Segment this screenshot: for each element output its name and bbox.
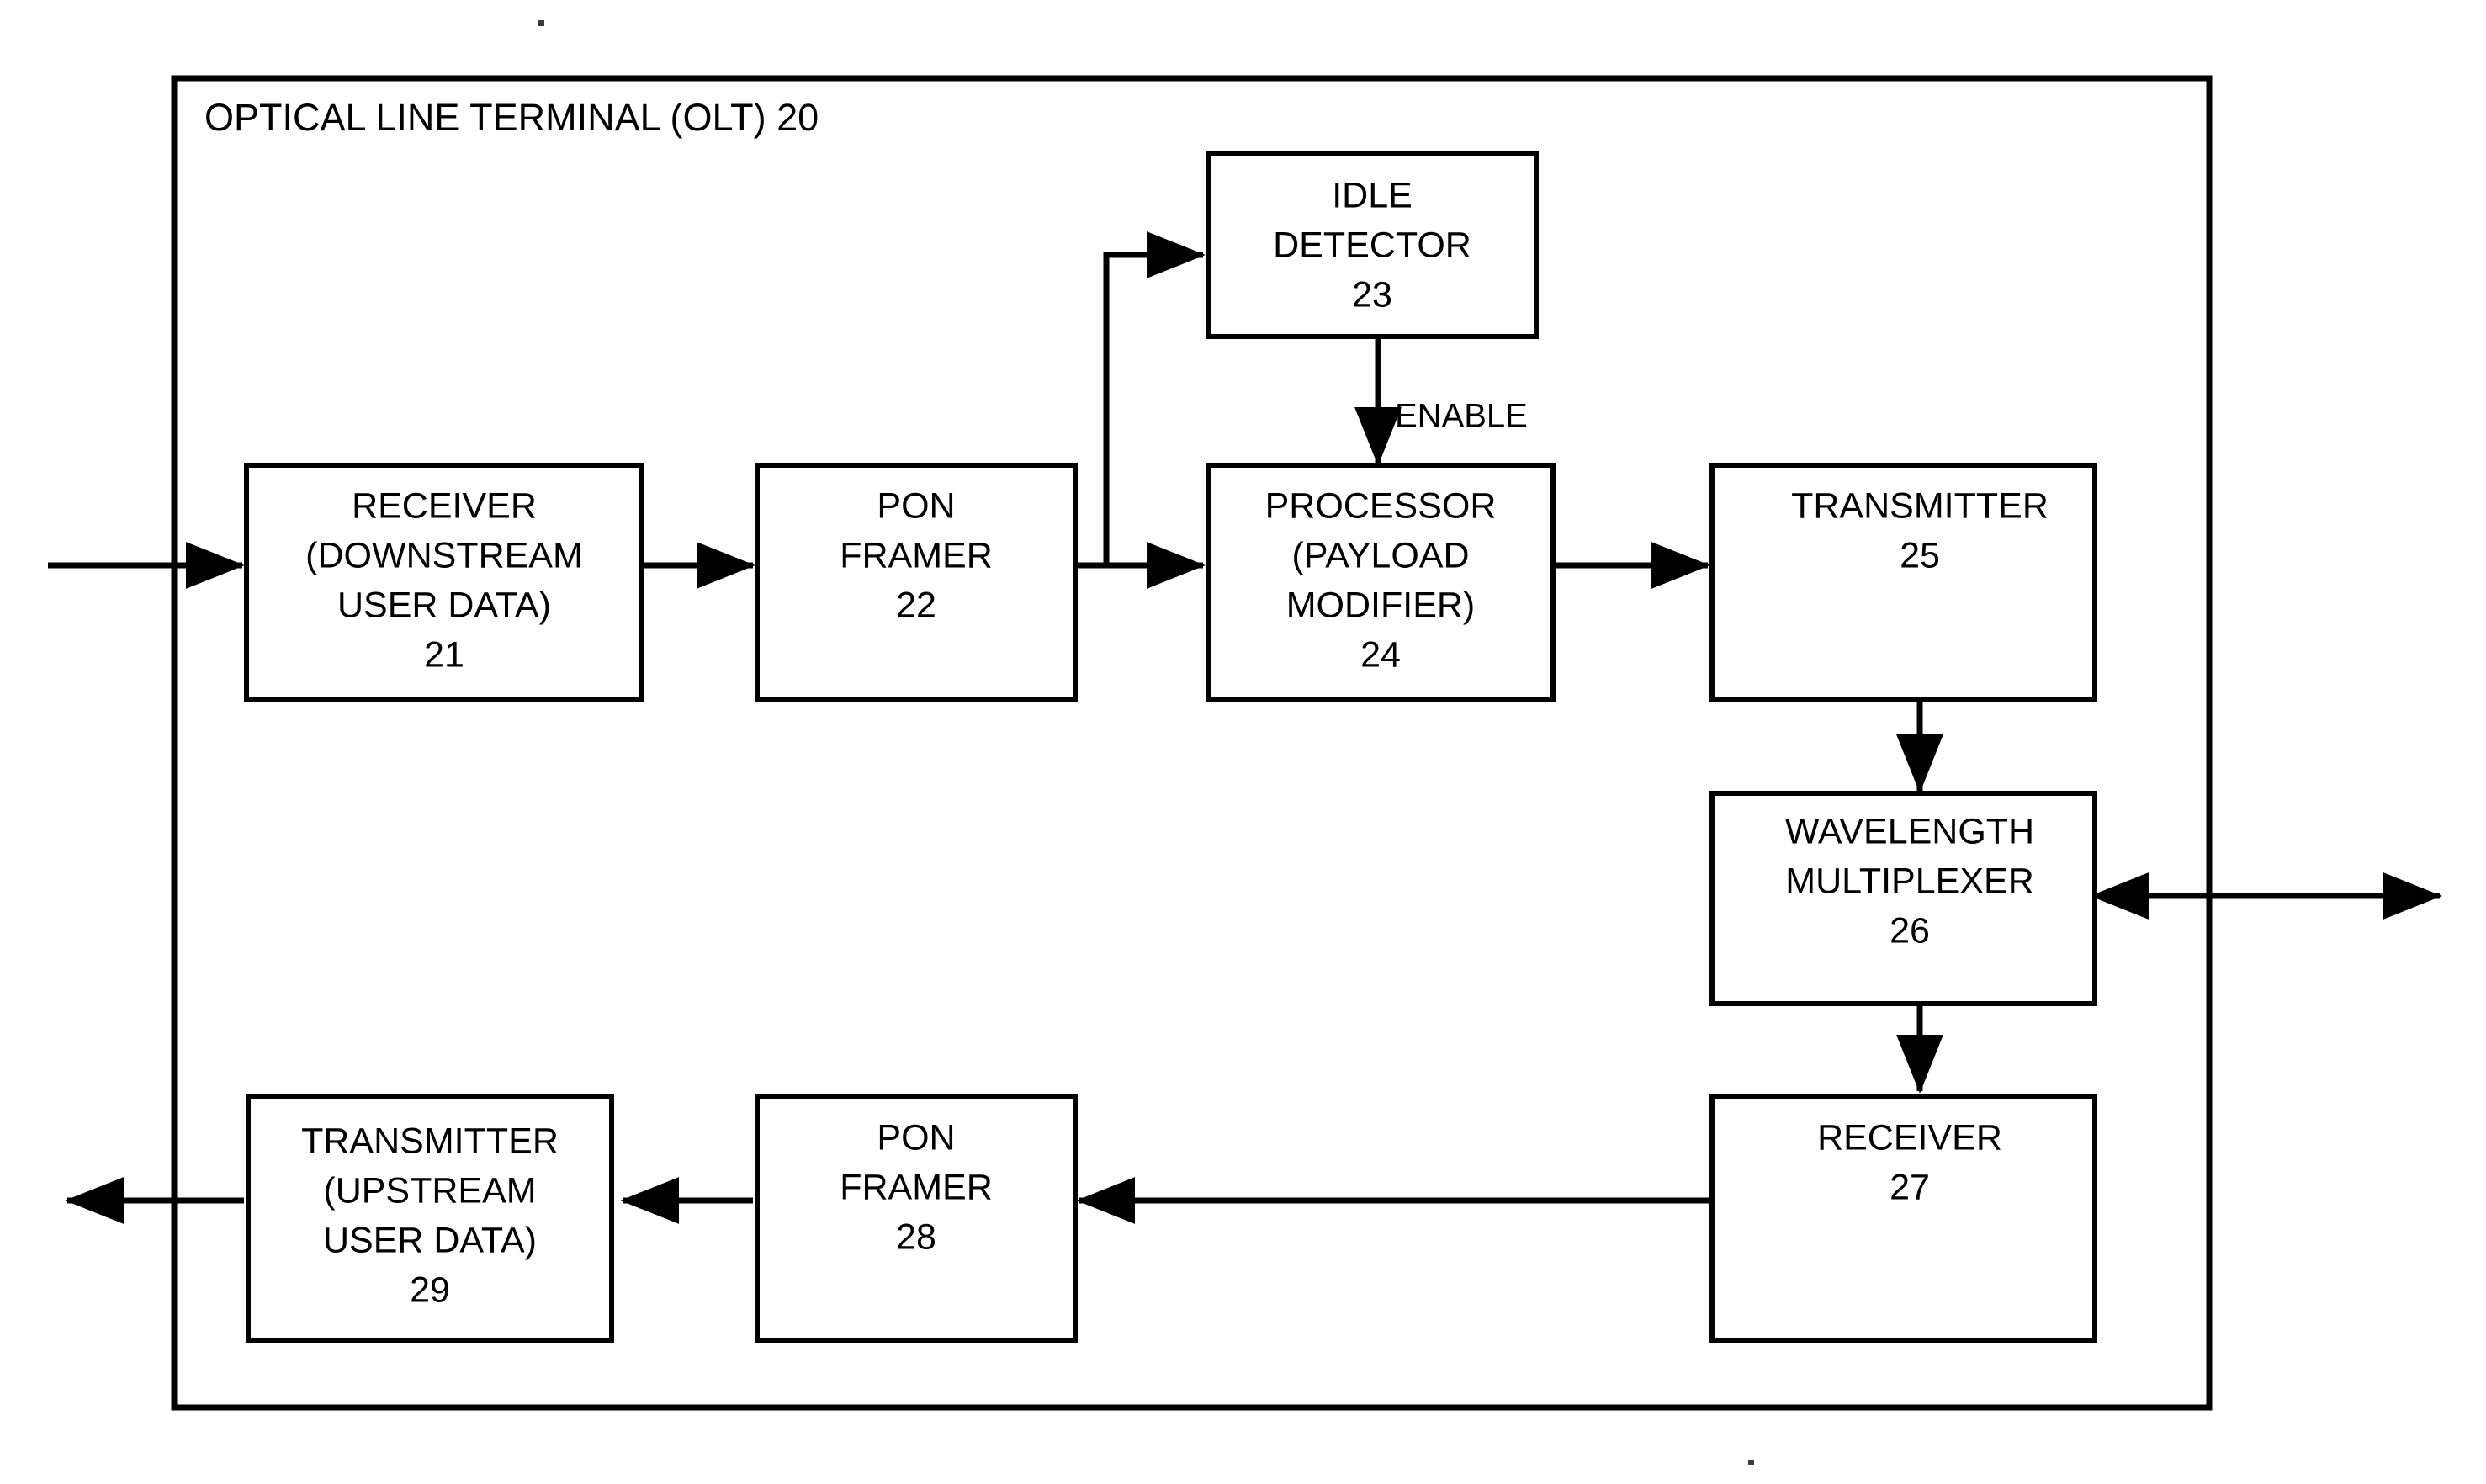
block-receiver-downstream-user-data-21[interactable]: RECEIVER (DOWNSTREAM USER DATA) 21 <box>244 463 644 702</box>
block-reference-numeral: 28 <box>896 1216 936 1257</box>
block-line: WAVELENGTH <box>1785 811 2034 851</box>
block-reference-numeral: 25 <box>1900 535 1940 575</box>
block-processor-payload-modifier-24[interactable]: PROCESSOR (PAYLOAD MODIFIER) 24 <box>1206 463 1556 702</box>
block-line: RECEIVER <box>352 485 537 526</box>
block-line: FRAMER <box>840 535 993 575</box>
block-line: PON <box>877 485 955 526</box>
block-reference-numeral: 29 <box>410 1269 450 1310</box>
block-reference-numeral: 21 <box>424 634 464 675</box>
block-receiver-27[interactable]: RECEIVER 27 <box>1709 1094 2097 1343</box>
block-diagram: OPTICAL LINE TERMINAL (OLT) 20 ENABLE RE… <box>48 20 2442 1465</box>
block-reference-numeral: 22 <box>896 585 936 625</box>
block-line: USER DATA) <box>337 585 551 625</box>
block-line: MULTIPLEXER <box>1785 861 2034 901</box>
block-line: (UPSTREAM <box>323 1170 536 1211</box>
block-line: TRANSMITTER <box>301 1121 559 1161</box>
scan-speck-top <box>538 20 544 26</box>
block-reference-numeral: 27 <box>1890 1167 1930 1207</box>
figure-canvas: OPTICAL LINE TERMINAL (OLT) 20 ENABLE RE… <box>0 0 2486 1484</box>
block-line: (DOWNSTREAM <box>305 535 583 575</box>
block-transmitter-upstream-user-data-29[interactable]: TRANSMITTER (UPSTREAM USER DATA) 29 <box>246 1094 614 1343</box>
block-line: PROCESSOR <box>1265 485 1497 526</box>
enable-edge-label: ENABLE <box>1395 398 1528 435</box>
block-line: PON <box>877 1117 955 1158</box>
block-pon-framer-28[interactable]: PON FRAMER 28 <box>755 1094 1078 1343</box>
block-line: RECEIVER <box>1817 1117 2002 1158</box>
block-reference-numeral: 23 <box>1352 274 1392 315</box>
block-line: USER DATA) <box>323 1220 537 1260</box>
olt-frame-title: OPTICAL LINE TERMINAL (OLT) 20 <box>204 96 819 139</box>
scan-speck-bottom <box>1748 1460 1754 1465</box>
block-wavelength-multiplexer-26[interactable]: WAVELENGTH MULTIPLEXER 26 <box>1709 791 2097 1006</box>
block-line: MODIFIER) <box>1286 585 1476 625</box>
block-line: IDLE <box>1332 175 1413 215</box>
block-reference-numeral: 26 <box>1890 910 1930 951</box>
block-idle-detector-23[interactable]: IDLE DETECTOR 23 <box>1206 151 1539 339</box>
connector-ponframer22-to-idledetector23 <box>1103 231 1206 565</box>
block-line: DETECTOR <box>1273 225 1471 265</box>
block-pon-framer-22[interactable]: PON FRAMER 22 <box>755 463 1078 702</box>
block-line: TRANSMITTER <box>1791 485 2049 526</box>
block-line: FRAMER <box>840 1167 993 1207</box>
block-transmitter-25[interactable]: TRANSMITTER 25 <box>1709 463 2097 702</box>
block-reference-numeral: 24 <box>1360 634 1401 675</box>
block-line: (PAYLOAD <box>1291 535 1469 575</box>
